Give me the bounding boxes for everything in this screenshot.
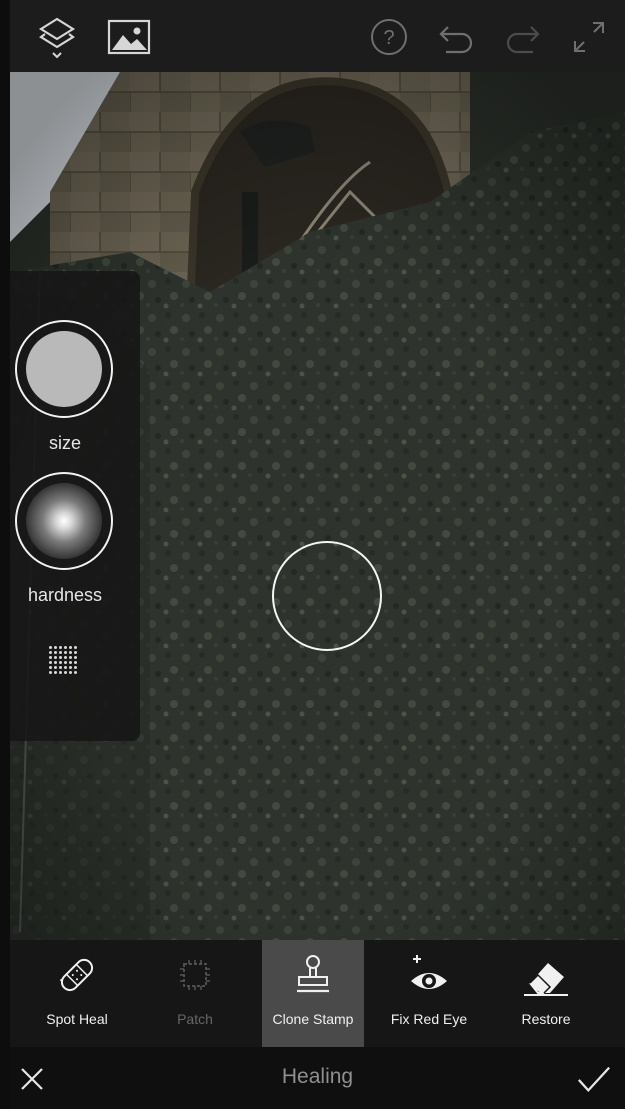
- left-edge: [0, 0, 10, 1109]
- checkmark-icon[interactable]: [576, 1061, 612, 1097]
- patch-icon: [144, 950, 246, 1000]
- tool-label: Patch: [177, 1011, 213, 1027]
- opacity-grid-icon[interactable]: [48, 645, 78, 675]
- size-preview-icon: [26, 331, 102, 407]
- eye-plus-icon: [378, 950, 480, 1000]
- tool-label: Spot Heal: [46, 1011, 108, 1027]
- bandage-icon: [26, 950, 128, 1000]
- eraser-icon: [495, 950, 597, 1000]
- bottom-bar: Healing: [10, 1047, 625, 1109]
- healing-tools-bar: Spot Heal Patch Clone Stamp Fix Red Eye …: [10, 940, 625, 1047]
- image-icon[interactable]: [106, 14, 152, 60]
- stamp-icon: [262, 950, 364, 1000]
- brush-cursor[interactable]: [272, 541, 382, 651]
- help-icon[interactable]: ?: [366, 14, 412, 60]
- tool-restore[interactable]: Restore: [495, 940, 597, 1047]
- tool-label: Restore: [521, 1011, 571, 1027]
- expand-icon[interactable]: [566, 14, 612, 60]
- size-label: size: [48, 433, 81, 453]
- hardness-preview-icon: [26, 483, 102, 559]
- tool-fix-red-eye[interactable]: Fix Red Eye: [378, 940, 480, 1047]
- layers-icon[interactable]: [34, 14, 80, 60]
- tool-patch[interactable]: Patch: [144, 940, 246, 1047]
- undo-icon[interactable]: [433, 14, 479, 60]
- hardness-label: hardness: [27, 585, 103, 605]
- app-window: ? size hardness Spot Heal Patch Clone St…: [0, 0, 625, 1109]
- tool-spot-heal[interactable]: Spot Heal: [26, 940, 128, 1047]
- hardness-control[interactable]: [15, 472, 113, 570]
- size-control[interactable]: [15, 320, 113, 418]
- mode-title: Healing: [281, 1065, 354, 1088]
- top-toolbar: ?: [10, 0, 625, 72]
- redo-icon[interactable]: [500, 14, 546, 60]
- svg-text:?: ?: [383, 27, 394, 49]
- tool-label: Fix Red Eye: [390, 1011, 468, 1027]
- tool-clone-stamp[interactable]: Clone Stamp: [262, 940, 364, 1047]
- tool-label: Clone Stamp: [272, 1011, 354, 1027]
- brush-settings-panel: size hardness: [10, 271, 140, 741]
